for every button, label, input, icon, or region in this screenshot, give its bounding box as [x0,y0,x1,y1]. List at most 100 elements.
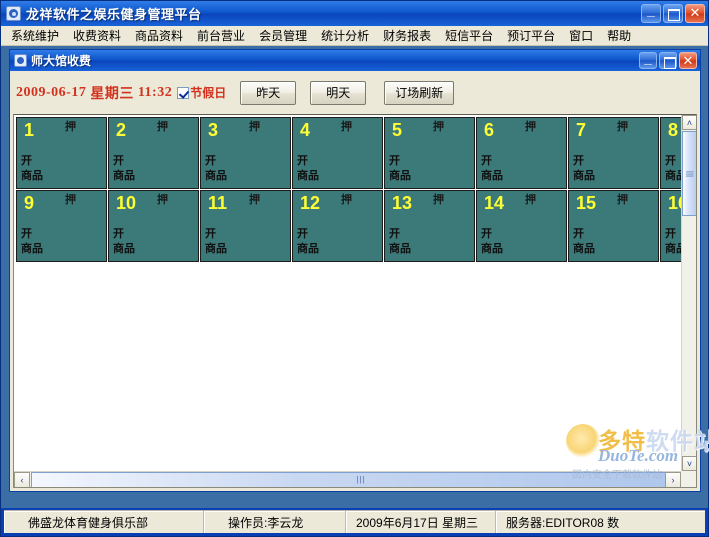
close-button[interactable]: ✕ [685,4,705,23]
court-cell[interactable]: 3 押开商品 [200,117,291,189]
court-goods-label[interactable]: 商品 [389,170,411,183]
court-open-label[interactable]: 开 [573,155,584,168]
court-goods-label[interactable]: 商品 [481,170,503,183]
refresh-booking-button[interactable]: 订场刷新 [384,80,455,105]
court-cell[interactable]: 14 押开商品 [476,190,567,262]
child-maximize-button[interactable] [659,52,677,69]
horizontal-scroll-thumb[interactable]: ||| [31,472,691,487]
status-club: 佛盛龙体育健身俱乐部 [4,511,204,533]
court-open-label[interactable]: 开 [389,155,400,168]
court-goods-label[interactable]: 商品 [573,170,595,183]
scroll-up-button[interactable]: ˄ [682,115,696,130]
court-open-label[interactable]: 开 [481,155,492,168]
menu-item-4[interactable]: 会员管理 [252,27,314,45]
court-open-label[interactable]: 开 [205,155,216,168]
menu-item-5[interactable]: 统计分析 [314,27,376,45]
court-deposit-tag[interactable]: 押 [65,121,76,133]
app-titlebar[interactable]: 龙祥软件之娱乐健身管理平台 _ ✕ [1,1,708,26]
scroll-down-button[interactable]: ˅ [682,456,696,471]
court-open-label[interactable]: 开 [665,155,676,168]
court-goods-label[interactable]: 商品 [297,170,319,183]
menu-item-10[interactable]: 帮助 [600,27,638,45]
court-open-label[interactable]: 开 [21,155,32,168]
court-open-label[interactable]: 开 [573,228,584,241]
court-open-label[interactable]: 开 [113,155,124,168]
vertical-scroll-thumb[interactable]: ||| [682,131,696,216]
menu-item-2[interactable]: 商品资料 [128,27,190,45]
court-goods-label[interactable]: 商品 [21,243,43,256]
minimize-button[interactable]: _ [641,3,661,23]
court-deposit-tag[interactable]: 押 [157,194,168,206]
court-cell[interactable]: 13 押开商品 [384,190,475,262]
court-cell[interactable]: 10 押开商品 [108,190,199,262]
court-cell[interactable]: 4 押开商品 [292,117,383,189]
holiday-checkbox[interactable]: 节假日 [177,84,226,101]
app-title: 龙祥软件之娱乐健身管理平台 [26,7,202,22]
court-open-label[interactable]: 开 [481,228,492,241]
court-deposit-tag[interactable]: 押 [249,194,260,206]
vertical-scrollbar[interactable]: ˄ ||| ˅ [681,115,696,471]
court-open-label[interactable]: 开 [665,228,676,241]
court-goods-label[interactable]: 商品 [481,243,503,256]
court-cell[interactable]: 9 押开商品 [16,190,107,262]
court-cell[interactable]: 15 押开商品 [568,190,659,262]
court-deposit-tag[interactable]: 押 [525,121,536,133]
court-open-label[interactable]: 开 [205,228,216,241]
court-open-label[interactable]: 开 [297,155,308,168]
court-cell[interactable]: 12 押开商品 [292,190,383,262]
scroll-right-button[interactable]: › [665,472,681,487]
court-number: 15 [576,193,597,213]
court-deposit-tag[interactable]: 押 [249,121,260,133]
scroll-left-button[interactable]: ‹ [14,472,30,487]
court-cell[interactable]: 5 押开商品 [384,117,475,189]
court-deposit-tag[interactable]: 押 [65,194,76,206]
court-deposit-tag[interactable]: 押 [617,121,628,133]
court-goods-label[interactable]: 商品 [573,243,595,256]
court-goods-label[interactable]: 商品 [297,243,319,256]
court-deposit-tag[interactable]: 押 [433,194,444,206]
court-cell[interactable]: 2 押开商品 [108,117,199,189]
court-open-label[interactable]: 开 [389,228,400,241]
app-window-icon [6,6,21,21]
holiday-checkbox-box[interactable] [177,86,190,99]
court-goods-label[interactable]: 商品 [113,243,135,256]
menu-item-6[interactable]: 财务报表 [376,27,438,45]
court-open-label[interactable]: 开 [21,228,32,241]
court-goods-label[interactable]: 商品 [389,243,411,256]
menu-item-1[interactable]: 收费资料 [66,27,128,45]
prev-day-button[interactable]: 昨天 [240,80,297,105]
court-goods-label[interactable]: 商品 [205,243,227,256]
court-deposit-tag[interactable]: 押 [525,194,536,206]
menu-item-7[interactable]: 短信平台 [438,27,500,45]
court-cell[interactable]: 8押开商品 [660,117,681,189]
court-goods-label[interactable]: 商品 [665,243,681,256]
court-open-label[interactable]: 开 [113,228,124,241]
court-deposit-tag[interactable]: 押 [157,121,168,133]
court-open-label[interactable]: 开 [297,228,308,241]
menu-item-9[interactable]: 窗口 [562,27,600,45]
child-close-button[interactable]: ✕ [679,52,697,69]
court-goods-label[interactable]: 商品 [113,170,135,183]
next-day-button[interactable]: 明天 [310,80,367,105]
menu-item-3[interactable]: 前台营业 [190,27,252,45]
court-cell[interactable]: 11 押开商品 [200,190,291,262]
child-minimize-button[interactable]: _ [639,51,657,69]
maximize-button[interactable] [663,4,683,23]
court-cell[interactable]: 1 押开商品 [16,117,107,189]
court-grid-panel: 1押开商品2押开商品3押开商品4押开商品5押开商品6押开商品7押开商品8押开商品… [13,114,697,488]
horizontal-scrollbar[interactable]: ‹ ||| › [14,471,691,487]
court-cell[interactable]: 7 押开商品 [568,117,659,189]
menu-item-8[interactable]: 预订平台 [500,27,562,45]
court-goods-label[interactable]: 商品 [665,170,681,183]
court-deposit-tag[interactable]: 押 [341,121,352,133]
court-cell[interactable]: 6 押开商品 [476,117,567,189]
court-deposit-tag[interactable]: 押 [433,121,444,133]
court-cell[interactable]: 16押开商品 [660,190,681,262]
court-deposit-tag[interactable]: 押 [341,194,352,206]
child-titlebar[interactable]: 师大馆收费 _ ✕ [10,50,700,71]
court-goods-label[interactable]: 商品 [205,170,227,183]
menu-item-0[interactable]: 系统维护 [4,27,66,45]
court-deposit-tag[interactable]: 押 [617,194,628,206]
court-number: 1 [24,120,35,140]
court-goods-label[interactable]: 商品 [21,170,43,183]
